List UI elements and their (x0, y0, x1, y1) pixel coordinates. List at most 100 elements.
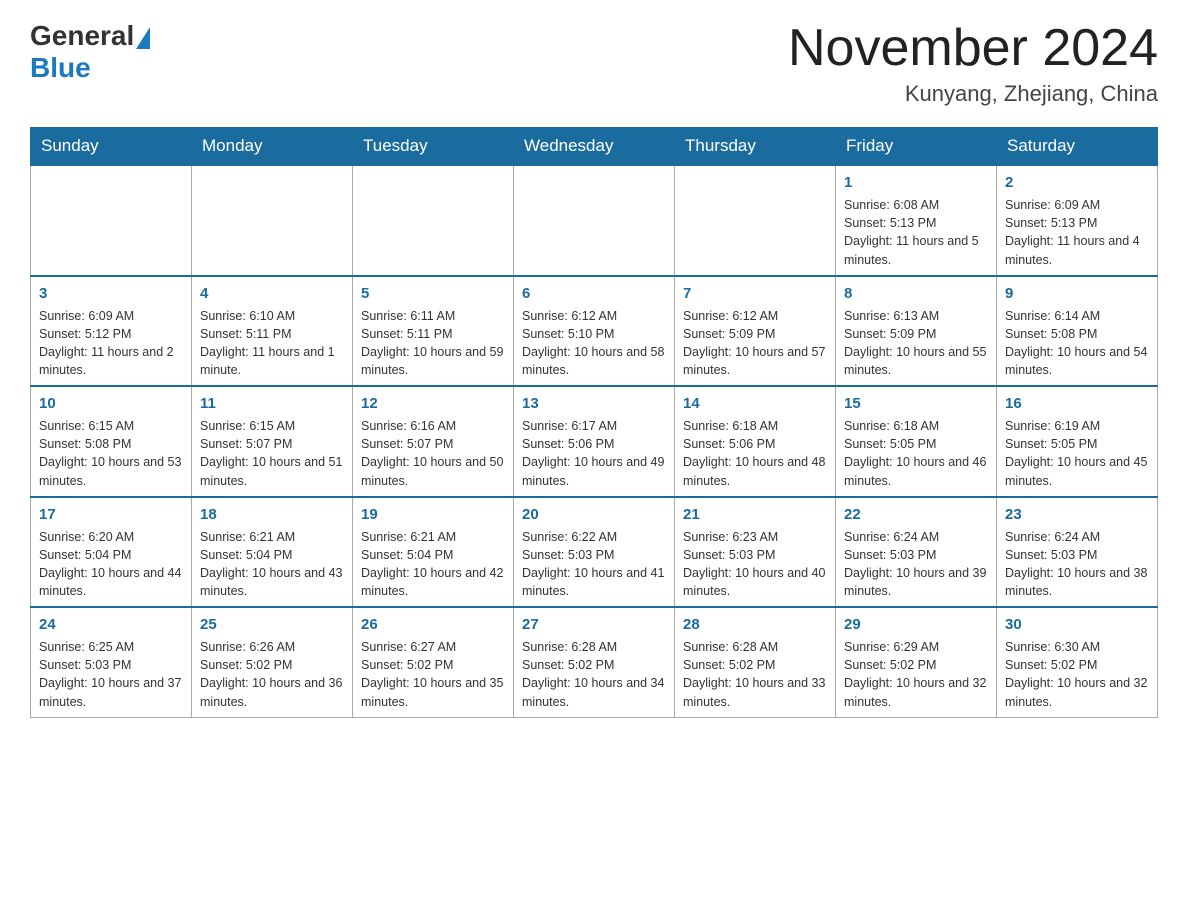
day-number: 5 (361, 283, 505, 304)
calendar-cell: 24 Sunrise: 6:25 AMSunset: 5:03 PMDayligh… (31, 607, 192, 717)
day-info: Sunrise: 6:23 AMSunset: 5:03 PMDaylight:… (683, 528, 827, 601)
calendar-cell: 7 Sunrise: 6:12 AMSunset: 5:09 PMDaylight… (675, 276, 836, 387)
day-number: 21 (683, 504, 827, 525)
day-number: 17 (39, 504, 183, 525)
day-number: 7 (683, 283, 827, 304)
day-info: Sunrise: 6:18 AMSunset: 5:05 PMDaylight:… (844, 417, 988, 490)
calendar-cell: 14Sunrise: 6:18 AMSunset: 5:06 PMDayligh… (675, 386, 836, 497)
weekday-header-saturday: Saturday (997, 128, 1158, 166)
day-number: 11 (200, 393, 344, 414)
logo-blue-text: Blue (30, 52, 91, 84)
calendar-cell (353, 165, 514, 276)
calendar-cell: 16Sunrise: 6:19 AMSunset: 5:05 PMDayligh… (997, 386, 1158, 497)
day-info: Sunrise: 6:25 AMSunset: 5:03 PMDaylight:… (39, 638, 183, 711)
calendar-cell: 22 Sunrise: 6:24 AMSunset: 5:03 PMDayligh… (836, 497, 997, 608)
calendar-cell: 17 Sunrise: 6:20 AMSunset: 5:04 PMDayligh… (31, 497, 192, 608)
calendar-cell: 19 Sunrise: 6:21 AMSunset: 5:04 PMDayligh… (353, 497, 514, 608)
day-number: 22 (844, 504, 988, 525)
calendar-cell: 9 Sunrise: 6:14 AMSunset: 5:08 PMDaylight… (997, 276, 1158, 387)
calendar-cell: 28Sunrise: 6:28 AMSunset: 5:02 PMDayligh… (675, 607, 836, 717)
day-info: Sunrise: 6:15 AMSunset: 5:08 PMDaylight:… (39, 417, 183, 490)
weekday-header-wednesday: Wednesday (514, 128, 675, 166)
day-number: 10 (39, 393, 183, 414)
month-title: November 2024 (788, 20, 1158, 77)
day-info: Sunrise: 6:21 AMSunset: 5:04 PMDaylight:… (200, 528, 344, 601)
day-info: Sunrise: 6:11 AMSunset: 5:11 PMDaylight:… (361, 307, 505, 380)
day-number: 12 (361, 393, 505, 414)
calendar-week-row: 24 Sunrise: 6:25 AMSunset: 5:03 PMDayligh… (31, 607, 1158, 717)
day-number: 18 (200, 504, 344, 525)
day-number: 24 (39, 614, 183, 635)
day-info: Sunrise: 6:10 AMSunset: 5:11 PMDaylight:… (200, 307, 344, 380)
calendar-cell: 10 Sunrise: 6:15 AMSunset: 5:08 PMDayligh… (31, 386, 192, 497)
day-info: Sunrise: 6:14 AMSunset: 5:08 PMDaylight:… (1005, 307, 1149, 380)
calendar-cell: 5 Sunrise: 6:11 AMSunset: 5:11 PMDaylight… (353, 276, 514, 387)
day-number: 2 (1005, 172, 1149, 193)
day-info: Sunrise: 6:21 AMSunset: 5:04 PMDaylight:… (361, 528, 505, 601)
day-info: Sunrise: 6:24 AMSunset: 5:03 PMDaylight:… (1005, 528, 1149, 601)
calendar-cell: 6 Sunrise: 6:12 AMSunset: 5:10 PMDaylight… (514, 276, 675, 387)
day-info: Sunrise: 6:09 AMSunset: 5:13 PMDaylight:… (1005, 196, 1149, 269)
calendar-header-row: SundayMondayTuesdayWednesdayThursdayFrid… (31, 128, 1158, 166)
calendar-cell: 8 Sunrise: 6:13 AMSunset: 5:09 PMDaylight… (836, 276, 997, 387)
weekday-header-sunday: Sunday (31, 128, 192, 166)
day-info: Sunrise: 6:17 AMSunset: 5:06 PMDaylight:… (522, 417, 666, 490)
day-number: 25 (200, 614, 344, 635)
calendar-cell: 26 Sunrise: 6:27 AMSunset: 5:02 PMDayligh… (353, 607, 514, 717)
day-info: Sunrise: 6:24 AMSunset: 5:03 PMDaylight:… (844, 528, 988, 601)
day-number: 23 (1005, 504, 1149, 525)
day-info: Sunrise: 6:22 AMSunset: 5:03 PMDaylight:… (522, 528, 666, 601)
day-number: 29 (844, 614, 988, 635)
day-number: 16 (1005, 393, 1149, 414)
calendar-cell (31, 165, 192, 276)
day-info: Sunrise: 6:12 AMSunset: 5:09 PMDaylight:… (683, 307, 827, 380)
location-title: Kunyang, Zhejiang, China (788, 81, 1158, 107)
calendar-cell: 1 Sunrise: 6:08 AMSunset: 5:13 PMDaylight… (836, 165, 997, 276)
calendar-cell: 25 Sunrise: 6:26 AMSunset: 5:02 PMDayligh… (192, 607, 353, 717)
day-number: 9 (1005, 283, 1149, 304)
calendar-cell: 21 Sunrise: 6:23 AMSunset: 5:03 PMDayligh… (675, 497, 836, 608)
logo-triangle-icon (136, 27, 150, 49)
day-info: Sunrise: 6:26 AMSunset: 5:02 PMDaylight:… (200, 638, 344, 711)
calendar-cell: 4 Sunrise: 6:10 AMSunset: 5:11 PMDaylight… (192, 276, 353, 387)
day-number: 19 (361, 504, 505, 525)
calendar-cell: 30 Sunrise: 6:30 AMSunset: 5:02 PMDayligh… (997, 607, 1158, 717)
day-info: Sunrise: 6:28 AMSunset: 5:02 PMDaylight:… (683, 638, 827, 711)
day-info: Sunrise: 6:29 AMSunset: 5:02 PMDaylight:… (844, 638, 988, 711)
day-info: Sunrise: 6:27 AMSunset: 5:02 PMDaylight:… (361, 638, 505, 711)
calendar-cell: 20 Sunrise: 6:22 AMSunset: 5:03 PMDayligh… (514, 497, 675, 608)
title-block: November 2024 Kunyang, Zhejiang, China (788, 20, 1158, 107)
calendar-cell (514, 165, 675, 276)
day-number: 13 (522, 393, 666, 414)
calendar-week-row: 3 Sunrise: 6:09 AMSunset: 5:12 PMDaylight… (31, 276, 1158, 387)
day-info: Sunrise: 6:28 AMSunset: 5:02 PMDaylight:… (522, 638, 666, 711)
day-number: 15 (844, 393, 988, 414)
weekday-header-monday: Monday (192, 128, 353, 166)
day-info: Sunrise: 6:08 AMSunset: 5:13 PMDaylight:… (844, 196, 988, 269)
day-number: 30 (1005, 614, 1149, 635)
calendar-cell: 2 Sunrise: 6:09 AMSunset: 5:13 PMDaylight… (997, 165, 1158, 276)
day-number: 3 (39, 283, 183, 304)
day-number: 8 (844, 283, 988, 304)
calendar-week-row: 10 Sunrise: 6:15 AMSunset: 5:08 PMDayligh… (31, 386, 1158, 497)
day-number: 20 (522, 504, 666, 525)
day-number: 4 (200, 283, 344, 304)
day-number: 26 (361, 614, 505, 635)
day-number: 1 (844, 172, 988, 193)
calendar-week-row: 1 Sunrise: 6:08 AMSunset: 5:13 PMDaylight… (31, 165, 1158, 276)
calendar-table: SundayMondayTuesdayWednesdayThursdayFrid… (30, 127, 1158, 718)
calendar-cell: 18 Sunrise: 6:21 AMSunset: 5:04 PMDayligh… (192, 497, 353, 608)
day-info: Sunrise: 6:12 AMSunset: 5:10 PMDaylight:… (522, 307, 666, 380)
day-number: 6 (522, 283, 666, 304)
day-info: Sunrise: 6:30 AMSunset: 5:02 PMDaylight:… (1005, 638, 1149, 711)
day-info: Sunrise: 6:13 AMSunset: 5:09 PMDaylight:… (844, 307, 988, 380)
calendar-cell: 15 Sunrise: 6:18 AMSunset: 5:05 PMDayligh… (836, 386, 997, 497)
day-info: Sunrise: 6:16 AMSunset: 5:07 PMDaylight:… (361, 417, 505, 490)
day-info: Sunrise: 6:09 AMSunset: 5:12 PMDaylight:… (39, 307, 183, 380)
day-info: Sunrise: 6:20 AMSunset: 5:04 PMDaylight:… (39, 528, 183, 601)
day-number: 14 (683, 393, 827, 414)
weekday-header-friday: Friday (836, 128, 997, 166)
weekday-header-thursday: Thursday (675, 128, 836, 166)
calendar-cell: 13 Sunrise: 6:17 AMSunset: 5:06 PMDayligh… (514, 386, 675, 497)
calendar-cell (192, 165, 353, 276)
